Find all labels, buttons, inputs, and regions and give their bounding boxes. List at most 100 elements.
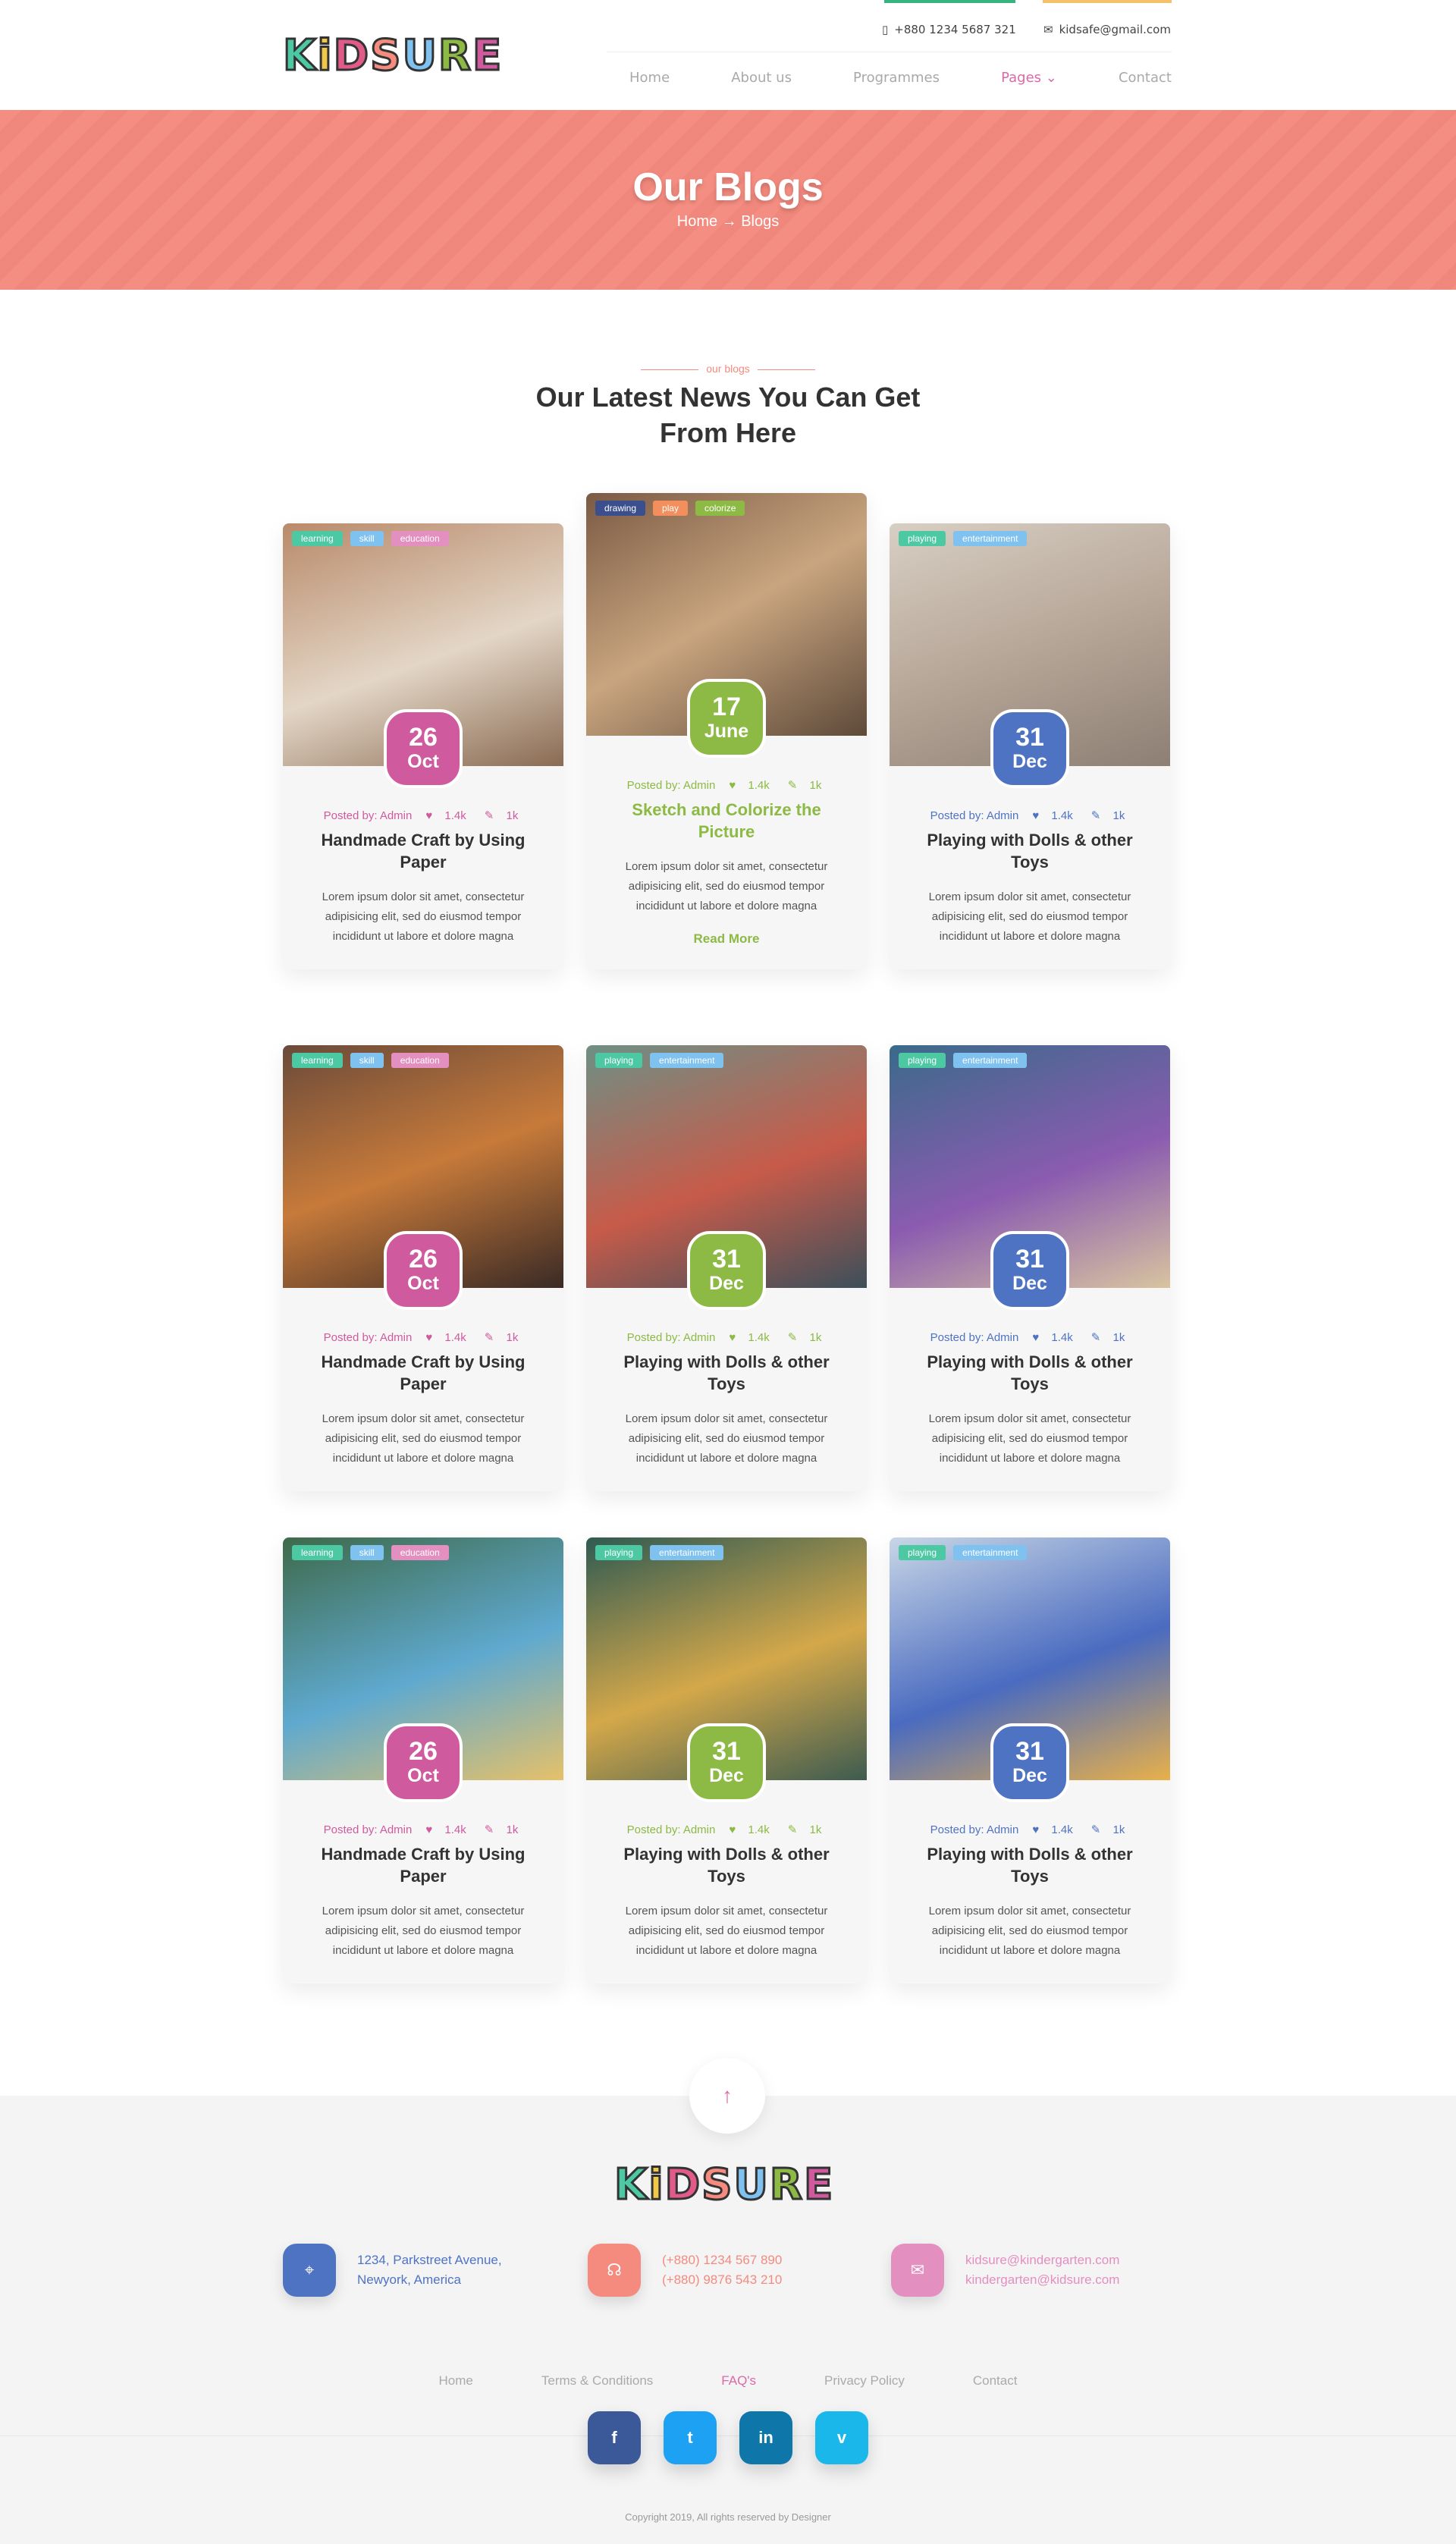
date-day: 26 bbox=[409, 1245, 438, 1274]
blog-card[interactable]: learning skill education 26 Oct Posted by: Ad… bbox=[283, 1045, 563, 1491]
date-month: Oct bbox=[407, 1765, 439, 1786]
tag-chip[interactable]: playing bbox=[899, 1053, 946, 1068]
tag-chip[interactable]: skill bbox=[350, 1545, 384, 1560]
post-author[interactable]: Posted by: Admin bbox=[627, 1823, 716, 1836]
likes-count[interactable]: ♥ 1.4k bbox=[1028, 809, 1077, 822]
likes-count[interactable]: ♥ 1.4k bbox=[724, 779, 774, 792]
tag-chip[interactable]: entertainment bbox=[953, 1053, 1028, 1068]
scroll-top-button[interactable]: ↑ bbox=[689, 2058, 765, 2134]
likes-count[interactable]: ♥ 1.4k bbox=[1028, 1823, 1077, 1836]
post-author[interactable]: Posted by: Admin bbox=[930, 809, 1019, 822]
email-line-1[interactable]: kidsure@kindergarten.com bbox=[965, 2250, 1119, 2270]
phone-line-2[interactable]: (+880) 9876 543 210 bbox=[662, 2270, 782, 2290]
post-title[interactable]: Sketch and Colorize the Picture bbox=[605, 799, 848, 843]
footer-logo[interactable]: KiDSURE bbox=[614, 2158, 839, 2209]
header-email-text: kidsafe@gmail.com bbox=[1059, 23, 1171, 36]
nav-home[interactable]: Home bbox=[629, 70, 670, 86]
comments-count[interactable]: ✎ 1k bbox=[480, 809, 523, 822]
tag-chip[interactable]: entertainment bbox=[650, 1545, 724, 1560]
phone-line-1[interactable]: (+880) 1234 567 890 bbox=[662, 2250, 782, 2270]
tag-chip[interactable]: entertainment bbox=[650, 1053, 724, 1068]
comments-count[interactable]: ✎ 1k bbox=[783, 779, 827, 792]
header-email[interactable]: ✉ kidsafe@gmail.com bbox=[1043, 23, 1171, 36]
linkedin-icon[interactable]: in bbox=[739, 2411, 792, 2464]
post-title[interactable]: Playing with Dolls & other Toys bbox=[605, 1843, 848, 1887]
likes-count[interactable]: ♥ 1.4k bbox=[724, 1331, 774, 1344]
comments-count[interactable]: ✎ 1k bbox=[783, 1331, 827, 1344]
post-author[interactable]: Posted by: Admin bbox=[627, 779, 716, 792]
comments-count[interactable]: ✎ 1k bbox=[480, 1823, 523, 1836]
likes-count[interactable]: ♥ 1.4k bbox=[421, 809, 470, 822]
comments-count[interactable]: ✎ 1k bbox=[1087, 1331, 1130, 1344]
date-badge: 31 Dec bbox=[990, 1723, 1069, 1802]
comments-count[interactable]: ✎ 1k bbox=[1087, 1823, 1130, 1836]
post-author[interactable]: Posted by: Admin bbox=[324, 1331, 413, 1344]
comments-count[interactable]: ✎ 1k bbox=[480, 1331, 523, 1344]
blog-card[interactable]: learning skill education 26 Oct Posted by: Ad… bbox=[283, 523, 563, 969]
footer-link-faq[interactable]: FAQ's bbox=[721, 2373, 756, 2389]
tag-chip[interactable]: playing bbox=[899, 1545, 946, 1560]
likes-count[interactable]: ♥ 1.4k bbox=[421, 1331, 470, 1344]
tag-chip[interactable]: drawing bbox=[595, 501, 646, 516]
tag-chip[interactable]: education bbox=[391, 1053, 449, 1068]
post-author[interactable]: Posted by: Admin bbox=[324, 809, 413, 822]
nav-about[interactable]: About us bbox=[731, 70, 792, 86]
tag-chip[interactable]: education bbox=[391, 531, 449, 546]
likes-count[interactable]: ♥ 1.4k bbox=[1028, 1331, 1077, 1344]
tag-chip[interactable]: skill bbox=[350, 1053, 384, 1068]
blog-card[interactable]: playing entertainment 31 Dec Posted by: Admi… bbox=[586, 1537, 867, 1983]
tag-chip[interactable]: skill bbox=[350, 531, 384, 546]
post-title[interactable]: Playing with Dolls & other Toys bbox=[908, 1843, 1151, 1887]
twitter-icon[interactable]: t bbox=[664, 2411, 717, 2464]
header-phone[interactable]: ▯ +880 1234 5687 321 bbox=[882, 23, 1016, 36]
post-author[interactable]: Posted by: Admin bbox=[930, 1823, 1019, 1836]
nav-programmes[interactable]: Programmes bbox=[853, 70, 940, 86]
email-line-2[interactable]: kindergarten@kidsure.com bbox=[965, 2270, 1119, 2290]
vimeo-icon[interactable]: v bbox=[815, 2411, 868, 2464]
post-author[interactable]: Posted by: Admin bbox=[324, 1823, 413, 1836]
footer-link-terms[interactable]: Terms & Conditions bbox=[541, 2373, 653, 2389]
post-title[interactable]: Playing with Dolls & other Toys bbox=[908, 1351, 1151, 1395]
tag-chip[interactable]: learning bbox=[292, 1053, 343, 1068]
tag-chip[interactable]: playing bbox=[595, 1545, 643, 1560]
blog-card[interactable]: playing entertainment 31 Dec Posted by: Admi… bbox=[890, 1537, 1170, 1983]
tag-chip[interactable]: playing bbox=[595, 1053, 643, 1068]
post-title[interactable]: Handmade Craft by Using Paper bbox=[302, 829, 544, 873]
tag-chip[interactable]: education bbox=[391, 1545, 449, 1560]
post-author[interactable]: Posted by: Admin bbox=[627, 1331, 716, 1344]
footer-link-contact[interactable]: Contact bbox=[973, 2373, 1018, 2389]
breadcrumb[interactable]: Home → Blogs bbox=[0, 213, 1456, 231]
footer-link-home[interactable]: Home bbox=[439, 2373, 473, 2389]
blog-card[interactable]: playing entertainment 31 Dec Posted by: Admi… bbox=[890, 1045, 1170, 1491]
post-meta: Posted by: Admin ♥ 1.4k ✎ 1k bbox=[283, 809, 563, 822]
topbar-accent-yellow bbox=[1043, 0, 1172, 3]
nav-contact[interactable]: Contact bbox=[1119, 70, 1172, 86]
blog-card[interactable]: drawing play colorize 17 June Posted by: Admi… bbox=[586, 493, 867, 969]
facebook-icon[interactable]: f bbox=[588, 2411, 641, 2464]
tag-chip[interactable]: learning bbox=[292, 531, 343, 546]
footer-link-privacy[interactable]: Privacy Policy bbox=[824, 2373, 905, 2389]
blog-card[interactable]: playing entertainment 31 Dec Posted by: Admi… bbox=[586, 1045, 867, 1491]
tag-chip[interactable]: playing bbox=[899, 531, 946, 546]
tag-chip[interactable]: entertainment bbox=[953, 1545, 1028, 1560]
tag-chip[interactable]: entertainment bbox=[953, 531, 1028, 546]
post-title[interactable]: Handmade Craft by Using Paper bbox=[302, 1351, 544, 1395]
post-author[interactable]: Posted by: Admin bbox=[930, 1331, 1019, 1344]
phone-icon: ▯ bbox=[882, 23, 889, 36]
post-title[interactable]: Playing with Dolls & other Toys bbox=[908, 829, 1151, 873]
likes-count[interactable]: ♥ 1.4k bbox=[724, 1823, 774, 1836]
tag-chip[interactable]: colorize bbox=[695, 501, 745, 516]
kidsure-logo[interactable]: KiDSURE bbox=[283, 29, 507, 80]
blog-card[interactable]: playing entertainment 31 Dec Posted by: Admi… bbox=[890, 523, 1170, 969]
blog-card[interactable]: learning skill education 26 Oct Posted by: Ad… bbox=[283, 1537, 563, 1983]
comments-count[interactable]: ✎ 1k bbox=[1087, 809, 1130, 822]
comments-count[interactable]: ✎ 1k bbox=[783, 1823, 827, 1836]
date-day: 31 bbox=[712, 1245, 741, 1274]
likes-count[interactable]: ♥ 1.4k bbox=[421, 1823, 470, 1836]
post-title[interactable]: Playing with Dolls & other Toys bbox=[605, 1351, 848, 1395]
read-more-link[interactable]: Read More bbox=[586, 931, 867, 947]
post-title[interactable]: Handmade Craft by Using Paper bbox=[302, 1843, 544, 1887]
tag-chip[interactable]: learning bbox=[292, 1545, 343, 1560]
nav-pages[interactable]: Pages ⌄ bbox=[1001, 70, 1057, 86]
tag-chip[interactable]: play bbox=[653, 501, 689, 516]
